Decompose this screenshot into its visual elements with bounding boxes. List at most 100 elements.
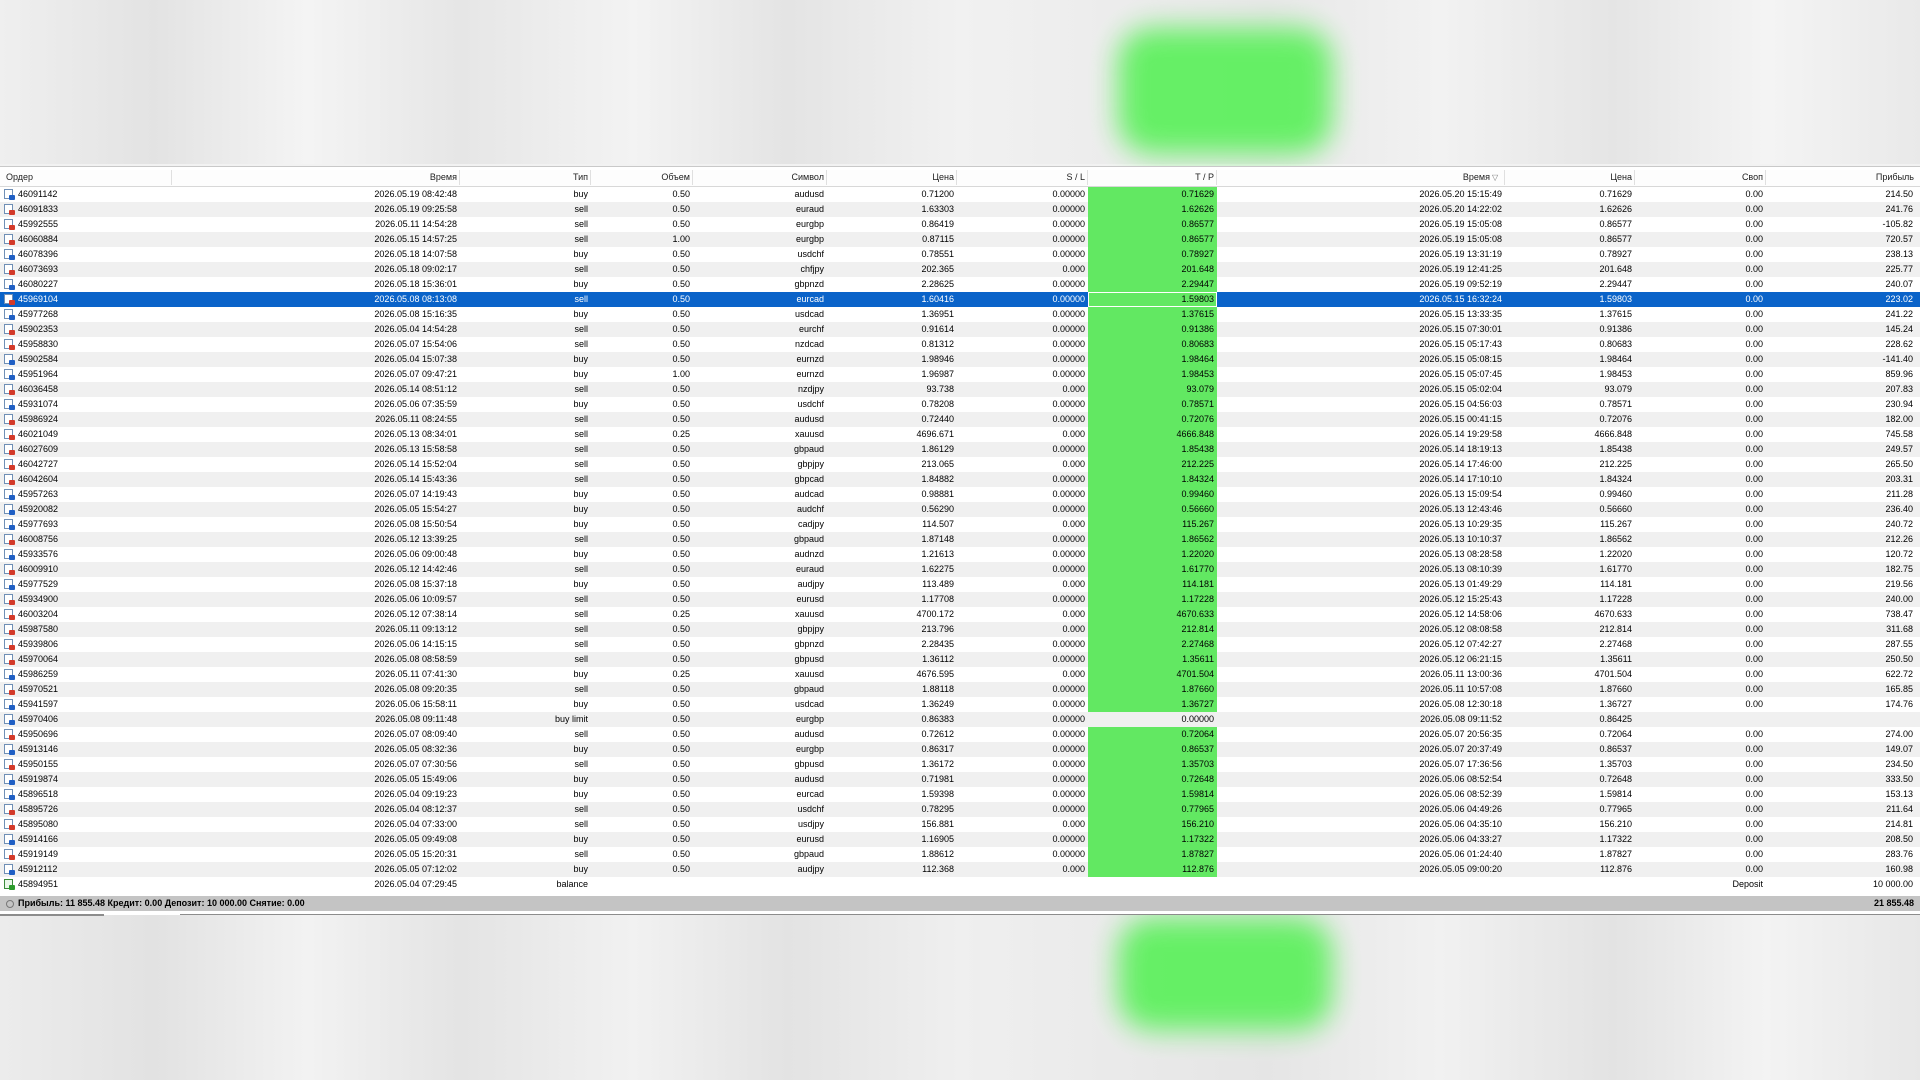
table-row[interactable]: 45914166 2026.05.05 09:49:08 buy 0.50 eurusd… <box>0 832 1920 847</box>
cell-tp: 93.079 <box>1088 382 1217 397</box>
table-row-selected[interactable]: 45969104 2026.05.08 08:13:08 sell 0.50 eurca… <box>0 292 1920 307</box>
table-row[interactable]: 45986924 2026.05.11 08:24:55 sell 0.50 audus… <box>0 412 1920 427</box>
cell-close-price <box>1505 877 1635 892</box>
table-row[interactable]: 45934900 2026.05.06 10:09:57 sell 0.50 eurus… <box>0 592 1920 607</box>
column-header-volume[interactable]: Объем <box>591 170 693 185</box>
table-row[interactable]: 45986259 2026.05.11 07:41:30 buy 0.25 xauusd… <box>0 667 1920 682</box>
column-header-sl[interactable]: S / L <box>957 170 1088 185</box>
cell-type: sell <box>574 459 588 469</box>
active-tab-indicator[interactable] <box>0 914 104 916</box>
table-row[interactable]: 46042604 2026.05.14 15:43:36 sell 0.50 gbpca… <box>0 472 1920 487</box>
cell-profit: 265.50 <box>1885 459 1913 469</box>
table-row[interactable]: 45912112 2026.05.05 07:12:02 buy 0.50 audjpy… <box>0 862 1920 877</box>
table-row[interactable]: 45950155 2026.05.07 07:30:56 sell 0.50 gbpus… <box>0 757 1920 772</box>
cell-order: 45934900 <box>18 594 59 604</box>
balance-operation-icon <box>4 879 15 890</box>
table-row[interactable]: 45957263 2026.05.07 14:19:43 buy 0.50 audcad… <box>0 487 1920 502</box>
column-header-tp[interactable]: T / P <box>1088 170 1217 185</box>
table-row[interactable]: 45970521 2026.05.08 09:20:35 sell 0.50 gbpau… <box>0 682 1920 697</box>
column-header-close-price[interactable]: Цена <box>1505 170 1635 185</box>
table-row[interactable]: 45992555 2026.05.11 14:54:28 sell 0.50 eurgb… <box>0 217 1920 232</box>
table-row[interactable]: 45902584 2026.05.04 15:07:38 buy 0.50 eurnzd… <box>0 352 1920 367</box>
table-row[interactable]: 45902353 2026.05.04 14:54:28 sell 0.50 eurch… <box>0 322 1920 337</box>
table-row[interactable]: 46091833 2026.05.19 09:25:58 sell 0.50 eurau… <box>0 202 1920 217</box>
cell-symbol: eurgbp <box>795 234 824 244</box>
summary-toggle-icon[interactable] <box>6 900 14 908</box>
table-row[interactable]: 45895726 2026.05.04 08:12:37 sell 0.50 usdch… <box>0 802 1920 817</box>
table-row[interactable]: 46009910 2026.05.12 14:42:46 sell 0.50 eurau… <box>0 562 1920 577</box>
cell-type: buy <box>573 669 588 679</box>
buy-order-icon <box>4 714 15 725</box>
table-row[interactable]: 46036458 2026.05.14 08:51:12 sell 0.50 nzdjp… <box>0 382 1920 397</box>
sell-order-icon <box>4 429 15 440</box>
cell-type: buy <box>573 744 588 754</box>
cell-type: sell <box>574 729 588 739</box>
cell-sl: 0.000 <box>1062 384 1085 394</box>
cell-volume: 0.50 <box>672 774 690 784</box>
table-row[interactable]: 46008756 2026.05.12 13:39:25 sell 0.50 gbpau… <box>0 532 1920 547</box>
table-row[interactable]: 46042727 2026.05.14 15:52:04 sell 0.50 gbpjp… <box>0 457 1920 472</box>
table-row[interactable]: 45941597 2026.05.06 15:58:11 buy 0.50 usdcad… <box>0 697 1920 712</box>
table-row[interactable]: 45951964 2026.05.07 09:47:21 buy 1.00 eurnzd… <box>0 367 1920 382</box>
table-row[interactable]: 45939806 2026.05.06 14:15:15 sell 0.50 gbpnz… <box>0 637 1920 652</box>
cell-open-time: 2026.05.08 08:58:59 <box>374 654 457 664</box>
table-row[interactable]: 45920082 2026.05.05 15:54:27 buy 0.50 audchf… <box>0 502 1920 517</box>
table-row[interactable]: 45977268 2026.05.08 15:16:35 buy 0.50 usdcad… <box>0 307 1920 322</box>
table-row[interactable]: 45919149 2026.05.05 15:20:31 sell 0.50 gbpau… <box>0 847 1920 862</box>
table-row[interactable]: 46091142 2026.05.19 08:42:48 buy 0.50 audusd… <box>0 187 1920 202</box>
table-row[interactable]: 45970064 2026.05.08 08:58:59 sell 0.50 gbpus… <box>0 652 1920 667</box>
column-header-symbol[interactable]: Символ <box>693 170 827 185</box>
table-row[interactable]: 45933576 2026.05.06 09:00:48 buy 0.50 audnzd… <box>0 547 1920 562</box>
cell-close-price: 0.72064 <box>1599 729 1632 739</box>
table-row[interactable]: 45977529 2026.05.08 15:37:18 buy 0.50 audjpy… <box>0 577 1920 592</box>
cell-profit: 149.07 <box>1885 744 1913 754</box>
cell-sl: 0.00000 <box>1052 249 1085 259</box>
cell-open-time: 2026.05.07 09:47:21 <box>374 369 457 379</box>
cell-type: sell <box>574 609 588 619</box>
cell-open-price: 213.065 <box>921 459 954 469</box>
table-row[interactable]: 46021049 2026.05.13 08:34:01 sell 0.25 xauus… <box>0 427 1920 442</box>
cell-tp: 114.181 <box>1088 577 1217 592</box>
column-header-close-time[interactable]: Время <box>1217 170 1505 185</box>
table-row[interactable]: 46080227 2026.05.18 15:36:01 buy 0.50 gbpnzd… <box>0 277 1920 292</box>
table-row[interactable]: 45895080 2026.05.04 07:33:00 sell 0.50 usdjp… <box>0 817 1920 832</box>
cell-symbol: eurusd <box>796 834 824 844</box>
column-header-open-price[interactable]: Цена <box>827 170 957 185</box>
column-header-swap[interactable]: Своп <box>1635 170 1766 185</box>
table-row[interactable]: 45913146 2026.05.05 08:32:36 buy 0.50 eurgbp… <box>0 742 1920 757</box>
cell-open-price: 1.36172 <box>921 759 954 769</box>
cell-volume: 0.50 <box>672 864 690 874</box>
cell-volume: 0.50 <box>672 339 690 349</box>
cell-sl: 0.00000 <box>1052 834 1085 844</box>
table-row[interactable]: 45970406 2026.05.08 09:11:48 buy limit 0.50… <box>0 712 1920 727</box>
table-row[interactable]: 45958830 2026.05.07 15:54:06 sell 0.50 nzdca… <box>0 337 1920 352</box>
cell-open-price: 0.78208 <box>921 399 954 409</box>
cell-symbol: gbpusd <box>794 654 824 664</box>
column-header-type[interactable]: Тип <box>460 170 591 185</box>
table-row[interactable]: 45950696 2026.05.07 08:09:40 sell 0.50 audus… <box>0 727 1920 742</box>
cell-open-price: 114.507 <box>922 519 954 529</box>
cell-tp: 0.72648 <box>1088 772 1217 787</box>
table-row[interactable]: 45977693 2026.05.08 15:50:54 buy 0.50 cadjpy… <box>0 517 1920 532</box>
column-header-open-time[interactable]: Время <box>172 170 460 185</box>
cell-symbol: usdchf <box>797 399 824 409</box>
cell-close-price: 0.77965 <box>1599 804 1632 814</box>
column-header-order[interactable]: Ордер <box>0 170 172 185</box>
cell-open-price: 0.56290 <box>921 504 954 514</box>
table-row[interactable]: 46027609 2026.05.13 15:58:58 sell 0.50 gbpau… <box>0 442 1920 457</box>
cell-close-price: 1.87660 <box>1599 684 1632 694</box>
table-row[interactable]: 45931074 2026.05.06 07:35:59 buy 0.50 usdchf… <box>0 397 1920 412</box>
table-row[interactable]: 46060884 2026.05.15 14:57:25 sell 1.00 eurgb… <box>0 232 1920 247</box>
cell-open-time: 2026.05.05 08:32:36 <box>374 744 457 754</box>
table-row[interactable]: 46003204 2026.05.12 07:38:14 sell 0.25 xauus… <box>0 607 1920 622</box>
column-header-profit[interactable]: Прибыль <box>1766 170 1920 185</box>
cell-open-price: 0.87115 <box>922 234 954 244</box>
table-row[interactable]: 46078396 2026.05.18 14:07:58 buy 0.50 usdchf… <box>0 247 1920 262</box>
table-row[interactable]: 45987580 2026.05.11 09:13:12 sell 0.50 gbpjp… <box>0 622 1920 637</box>
cell-close-price: 0.86577 <box>1599 219 1632 229</box>
table-row[interactable]: 45919874 2026.05.05 15:49:06 buy 0.50 audusd… <box>0 772 1920 787</box>
table-row[interactable]: 45896518 2026.05.04 09:19:23 buy 0.50 eurcad… <box>0 787 1920 802</box>
table-row[interactable]: 45894951 2026.05.04 07:29:45 balance Deposi… <box>0 877 1920 892</box>
cell-swap: 0.00 <box>1745 474 1763 484</box>
table-row[interactable]: 46073693 2026.05.18 09:02:17 sell 0.50 chfjp… <box>0 262 1920 277</box>
